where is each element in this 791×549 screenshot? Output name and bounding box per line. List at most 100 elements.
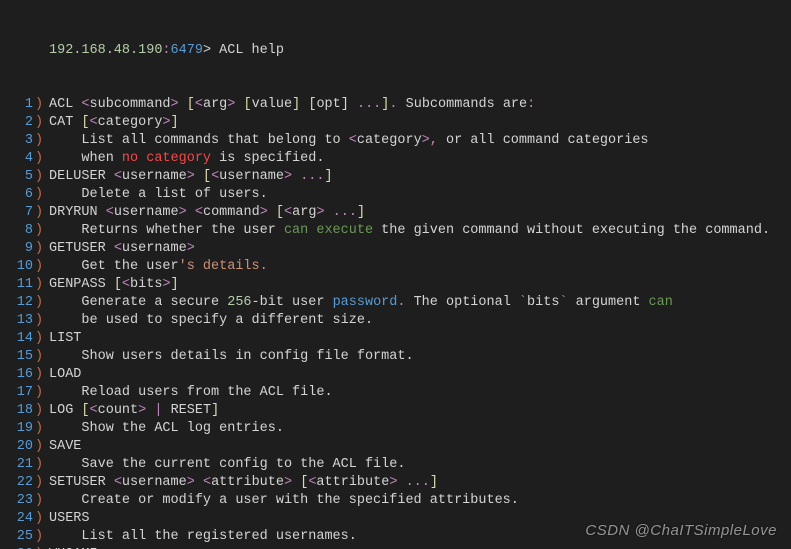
prompt-line: 192.168.48.190:6479> ACL help (0, 42, 791, 60)
line-content: Show users details in config file format… (45, 348, 414, 366)
line-content: Get the user's details. (45, 258, 268, 276)
line-number: 24 (0, 510, 35, 528)
paren-icon: ) (35, 186, 45, 204)
output-line: 1)ACL <subcommand> [<arg> [value] [opt] … (0, 96, 791, 114)
output-line: 15) Show users details in config file fo… (0, 348, 791, 366)
line-number: 3 (0, 132, 35, 150)
prompt-content: 192.168.48.190:6479> ACL help (45, 42, 284, 60)
line-content: LOAD (45, 366, 81, 384)
line-number: 5 (0, 168, 35, 186)
paren-icon: ) (35, 276, 45, 294)
line-content: GENPASS [<bits>] (45, 276, 179, 294)
paren-icon: ) (35, 528, 45, 546)
paren-icon: ) (35, 366, 45, 384)
output-line: 8) Returns whether the user can execute … (0, 222, 791, 240)
output-line: 20)SAVE (0, 438, 791, 456)
line-number: 21 (0, 456, 35, 474)
line-content: Reload users from the ACL file. (45, 384, 333, 402)
line-number: 6 (0, 186, 35, 204)
paren-icon: ) (35, 204, 45, 222)
line-number: 10 (0, 258, 35, 276)
line-number: 12 (0, 294, 35, 312)
paren-icon: ) (35, 330, 45, 348)
line-number: 11 (0, 276, 35, 294)
output-line: 2)CAT [<category>] (0, 114, 791, 132)
line-content: SAVE (45, 438, 81, 456)
line-content: Show the ACL log entries. (45, 420, 284, 438)
line-content: DRYRUN <username> <command> [<arg> ...] (45, 204, 365, 222)
command-text: ACL help (219, 43, 284, 58)
line-number: 2 (0, 114, 35, 132)
line-number: 17 (0, 384, 35, 402)
line-number: 1 (0, 96, 35, 114)
output-line: 3) List all commands that belong to <cat… (0, 132, 791, 150)
paren-icon: ) (35, 420, 45, 438)
paren-icon: ) (35, 384, 45, 402)
line-content: when no category is specified. (45, 150, 324, 168)
paren-icon: ) (35, 96, 45, 114)
line-number: 16 (0, 366, 35, 384)
paren-icon: ) (35, 168, 45, 186)
output-line: 9)GETUSER <username> (0, 240, 791, 258)
output-line: 18)LOG [<count> | RESET] (0, 402, 791, 420)
line-number: 20 (0, 438, 35, 456)
line-content: Delete a list of users. (45, 186, 268, 204)
line-content: Generate a secure 256-bit user password.… (45, 294, 673, 312)
host-ip: 192.168.48.190 (49, 43, 162, 58)
output-line: 5)DELUSER <username> [<username> ...] (0, 168, 791, 186)
line-content: Returns whether the user can execute the… (45, 222, 770, 240)
terminal-output: 192.168.48.190:6479> ACL help 1)ACL <sub… (0, 0, 791, 549)
line-content: GETUSER <username> (45, 240, 195, 258)
line-number: 18 (0, 402, 35, 420)
output-line: 4) when no category is specified. (0, 150, 791, 168)
port: 6479 (171, 43, 203, 58)
paren-icon: ) (35, 258, 45, 276)
output-line: 13) be used to specify a different size. (0, 312, 791, 330)
output-line: 12) Generate a secure 256-bit user passw… (0, 294, 791, 312)
line-number: 7 (0, 204, 35, 222)
output-line: 23) Create or modify a user with the spe… (0, 492, 791, 510)
line-content: be used to specify a different size. (45, 312, 373, 330)
output-line: 10) Get the user's details. (0, 258, 791, 276)
line-number: 14 (0, 330, 35, 348)
paren-icon: ) (35, 456, 45, 474)
paren-icon: ) (35, 402, 45, 420)
output-line: 16)LOAD (0, 366, 791, 384)
line-content: ACL <subcommand> [<arg> [value] [opt] ..… (45, 96, 535, 114)
paren-icon: ) (35, 294, 45, 312)
output-line: 22)SETUSER <username> <attribute> [<attr… (0, 474, 791, 492)
line-content: LOG [<count> | RESET] (45, 402, 219, 420)
paren-icon: ) (35, 312, 45, 330)
line-number: 23 (0, 492, 35, 510)
paren-icon: ) (35, 240, 45, 258)
output-line: 14)LIST (0, 330, 791, 348)
line-content: USERS (45, 510, 90, 528)
watermark-text: CSDN @ChaITSimpleLove (585, 522, 777, 539)
line-content: LIST (45, 330, 81, 348)
output-line: 17) Reload users from the ACL file. (0, 384, 791, 402)
line-content: DELUSER <username> [<username> ...] (45, 168, 333, 186)
paren-icon: ) (35, 114, 45, 132)
line-content: CAT [<category>] (45, 114, 179, 132)
paren-icon: ) (35, 150, 45, 168)
line-content: SETUSER <username> <attribute> [<attribu… (45, 474, 438, 492)
output-line: 19) Show the ACL log entries. (0, 420, 791, 438)
line-content: List all the registered usernames. (45, 528, 357, 546)
line-number: 25 (0, 528, 35, 546)
output-line: 7)DRYRUN <username> <command> [<arg> ...… (0, 204, 791, 222)
line-number: 8 (0, 222, 35, 240)
paren-icon: ) (35, 222, 45, 240)
paren-icon: ) (35, 438, 45, 456)
line-content: Create or modify a user with the specifi… (45, 492, 519, 510)
line-content: List all commands that belong to <catego… (45, 132, 649, 150)
line-number: 9 (0, 240, 35, 258)
paren-icon: ) (35, 348, 45, 366)
line-number: 15 (0, 348, 35, 366)
paren-icon: ) (35, 492, 45, 510)
line-number: 4 (0, 150, 35, 168)
line-number: 19 (0, 420, 35, 438)
output-line: 21) Save the current config to the ACL f… (0, 456, 791, 474)
output-line: 11)GENPASS [<bits>] (0, 276, 791, 294)
paren-icon: ) (35, 474, 45, 492)
line-number: 13 (0, 312, 35, 330)
